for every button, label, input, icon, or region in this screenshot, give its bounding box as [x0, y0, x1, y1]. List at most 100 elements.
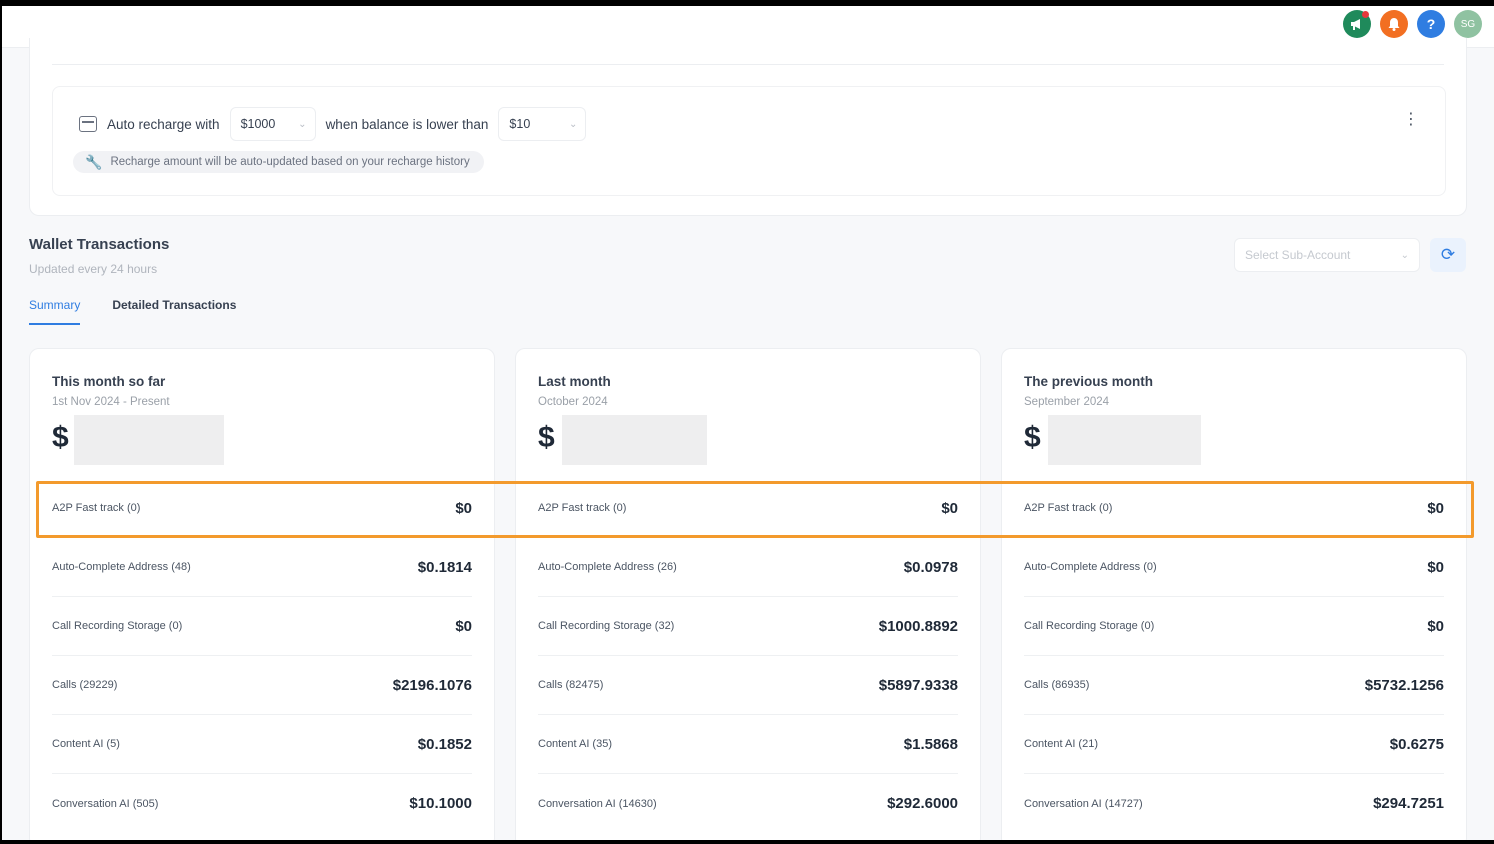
redacted-amount	[1048, 415, 1201, 465]
usage-label: Content AI (35)	[538, 738, 612, 750]
chevron-down-icon: ⌄	[298, 118, 307, 130]
usage-value: $5732.1256	[1364, 676, 1444, 694]
bell-icon[interactable]	[1380, 10, 1408, 38]
period-subtitle: September 2024	[1024, 396, 1110, 408]
recharge-amount-value: $1000	[240, 117, 276, 131]
usage-row: Auto-Complete Address (48) $0.1814	[52, 538, 472, 597]
usage-row: Auto-Complete Address (26) $0.0978	[538, 538, 958, 597]
usage-value: $1000.8892	[878, 617, 958, 635]
usage-row: Calls (29229) $2196.1076	[52, 656, 472, 715]
threshold-value: $10	[509, 117, 531, 131]
usage-label: Auto-Complete Address (26)	[538, 561, 677, 573]
usage-value: $0.1852	[417, 735, 472, 753]
recharge-note-text: Recharge amount will be auto-updated bas…	[110, 156, 470, 168]
usage-value: $5897.9338	[878, 676, 958, 694]
usage-row: Content AI (5) $0.1852	[52, 715, 472, 774]
usage-label: Calls (86935)	[1024, 679, 1090, 691]
usage-value: $1.5868	[903, 735, 958, 753]
usage-label: Call Recording Storage (0)	[1024, 620, 1155, 632]
usage-row: Call Recording Storage (32) $1000.8892	[538, 597, 958, 656]
more-options-icon[interactable]: ⋮	[1403, 112, 1419, 128]
usage-label: Conversation AI (14630)	[538, 797, 657, 810]
auto-recharge-panel: Auto recharge with $1000 ⌄ when balance …	[52, 86, 1446, 196]
period-title: The previous month	[1024, 374, 1154, 389]
auto-recharge-row: Auto recharge with $1000 ⌄ when balance …	[79, 107, 587, 141]
usage-value: $0	[941, 499, 958, 517]
usage-row: A2P Fast track (0) $0	[538, 479, 958, 538]
usage-label: Auto-Complete Address (0)	[1024, 561, 1157, 573]
usage-label: Call Recording Storage (0)	[52, 620, 183, 632]
usage-label: A2P Fast track (0)	[52, 502, 141, 514]
refresh-button[interactable]: ⟳	[1430, 238, 1466, 272]
usage-list: A2P Fast track (0) $0 Auto-Complete Addre…	[1024, 479, 1444, 833]
usage-row: Conversation AI (14727) $294.7251	[1024, 774, 1444, 833]
redacted-amount	[562, 415, 707, 465]
usage-row: Call Recording Storage (0) $0	[52, 597, 472, 656]
wallet-title: Wallet Transactions	[29, 236, 170, 253]
recharge-note: 🔧 Recharge amount will be auto-updated b…	[73, 151, 484, 173]
usage-label: A2P Fast track (0)	[1024, 502, 1113, 514]
chevron-down-icon: ⌄	[1400, 249, 1409, 261]
megaphone-icon[interactable]	[1343, 10, 1371, 38]
usage-value: $0.6275	[1389, 735, 1444, 753]
usage-list: A2P Fast track (0) $0 Auto-Complete Addre…	[538, 479, 958, 833]
usage-row: Calls (82475) $5897.9338	[538, 656, 958, 715]
app-window: ? SG Auto recharge with $1000 ⌄ when bal…	[2, 6, 1494, 840]
period-card-this-month: This month so far 1st Nov 2024 - Present…	[29, 348, 495, 840]
usage-list: A2P Fast track (0) $0 Auto-Complete Addre…	[52, 479, 472, 833]
usage-label: Conversation AI (505)	[52, 797, 159, 810]
usage-label: Content AI (21)	[1024, 738, 1098, 750]
usage-label: Content AI (5)	[52, 738, 120, 750]
period-currency: $	[52, 421, 69, 454]
usage-row: Conversation AI (505) $10.1000	[52, 774, 472, 833]
usage-row: Calls (86935) $5732.1256	[1024, 656, 1444, 715]
usage-value: $0	[1427, 617, 1444, 635]
top-icons: ? SG	[1343, 10, 1482, 38]
subaccount-select[interactable]: Select Sub-Account ⌄	[1234, 238, 1420, 272]
tab-detailed-transactions[interactable]: Detailed Transactions	[112, 298, 236, 325]
notification-dot	[1362, 11, 1369, 18]
usage-value: $0.1814	[417, 558, 472, 576]
usage-row: Content AI (21) $0.6275	[1024, 715, 1444, 774]
usage-row: A2P Fast track (0) $0	[1024, 479, 1444, 538]
wrench-icon: 🔧	[85, 153, 103, 170]
period-currency: $	[538, 421, 555, 454]
help-icon[interactable]: ?	[1417, 10, 1445, 38]
tab-summary[interactable]: Summary	[29, 298, 81, 325]
period-card-previous-month: The previous month September 2024 $ A2P …	[1001, 348, 1467, 840]
recharge-card: Auto recharge with $1000 ⌄ when balance …	[29, 38, 1467, 216]
usage-value: $2196.1076	[392, 676, 472, 694]
period-card-last-month: Last month October 2024 $ A2P Fast track…	[515, 348, 981, 840]
period-title: Last month	[538, 374, 611, 389]
usage-row: Auto-Complete Address (0) $0	[1024, 538, 1444, 597]
usage-value: $0	[455, 499, 472, 517]
wallet-tabs: Summary Detailed Transactions	[29, 298, 236, 325]
subaccount-placeholder: Select Sub-Account	[1245, 248, 1351, 262]
usage-value: $294.7251	[1373, 795, 1444, 812]
threshold-label: when balance is lower than	[325, 116, 489, 132]
period-subtitle: October 2024	[538, 396, 608, 408]
recharge-amount-select[interactable]: $1000 ⌄	[229, 107, 316, 141]
usage-row: Content AI (35) $1.5868	[538, 715, 958, 774]
refresh-icon: ⟳	[1440, 245, 1456, 264]
usage-label: Conversation AI (14727)	[1024, 797, 1143, 810]
chevron-down-icon: ⌄	[569, 118, 578, 130]
usage-value: $10.1000	[409, 795, 472, 812]
usage-value: $0	[1427, 499, 1444, 517]
auto-recharge-label: Auto recharge with	[107, 116, 220, 132]
usage-value: $0.0978	[903, 558, 958, 576]
redacted-amount	[74, 415, 224, 465]
divider	[52, 64, 1444, 65]
usage-label: Calls (29229)	[52, 679, 118, 691]
period-currency: $	[1024, 421, 1041, 454]
usage-row: A2P Fast track (0) $0	[52, 479, 472, 538]
calendar-icon	[79, 116, 97, 132]
wallet-subtitle: Updated every 24 hours	[29, 262, 158, 276]
usage-value: $0	[455, 617, 472, 635]
usage-row: Conversation AI (14630) $292.6000	[538, 774, 958, 833]
usage-label: Calls (82475)	[538, 679, 604, 691]
threshold-select[interactable]: $10 ⌄	[498, 107, 587, 141]
usage-row: Call Recording Storage (0) $0	[1024, 597, 1444, 656]
avatar[interactable]: SG	[1454, 10, 1482, 38]
usage-label: Auto-Complete Address (48)	[52, 561, 191, 573]
